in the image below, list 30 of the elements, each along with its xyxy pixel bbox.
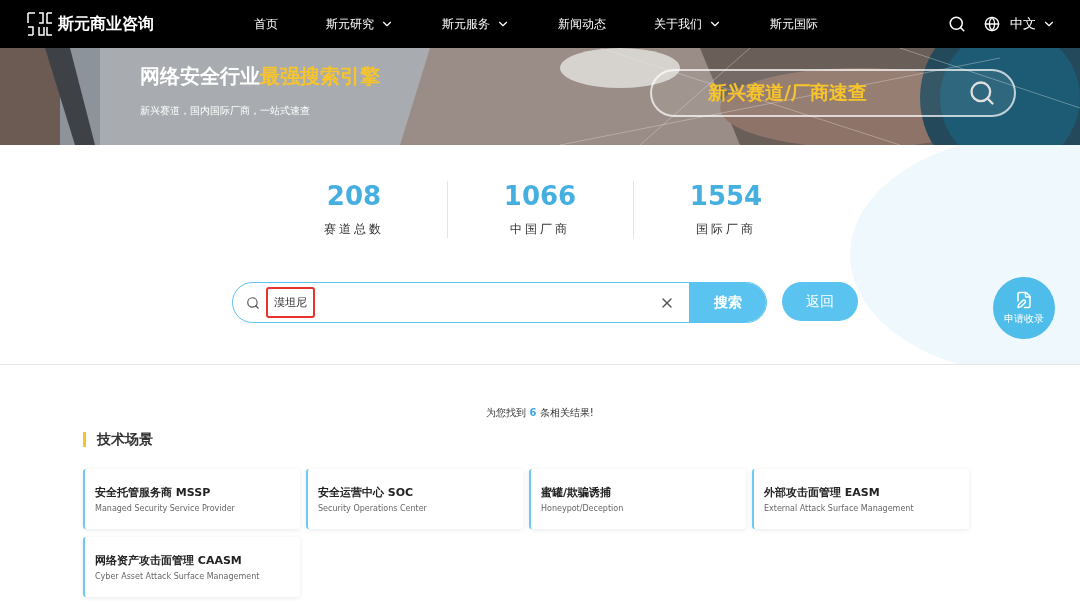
stat-value: 1554 bbox=[689, 181, 763, 211]
brand-name[interactable]: 斯元商业咨询 bbox=[58, 13, 154, 35]
nav-item[interactable]: 首页 bbox=[254, 15, 278, 33]
stat-label: 中国厂商 bbox=[510, 221, 570, 238]
edit-document-icon bbox=[1015, 290, 1033, 309]
nav-item[interactable]: 新闻动态 bbox=[558, 15, 606, 33]
results-count: 为您找到 6 条相关结果! bbox=[485, 406, 595, 420]
section-title: 技术场景 bbox=[83, 432, 1080, 447]
banner-title: 网络安全行业最强搜索引擎 bbox=[140, 63, 381, 90]
category-card[interactable]: 蜜罐/欺骗诱捕 Honeypot/Deception bbox=[529, 469, 746, 529]
stat-label: 赛道总数 bbox=[324, 221, 384, 238]
category-card[interactable]: 外部攻击面管理 EASM External Attack Surface Management bbox=[752, 469, 969, 529]
nav-item[interactable]: 斯元研究 bbox=[326, 15, 394, 33]
search-field[interactable]: 漠坦尼 搜索 bbox=[232, 282, 767, 323]
language-selector[interactable]: 中文 bbox=[1010, 15, 1056, 33]
stat-value: 208 bbox=[326, 181, 382, 211]
stat-value: 1066 bbox=[503, 181, 577, 211]
nav-item[interactable]: 斯元国际 bbox=[770, 15, 818, 33]
search-icon bbox=[968, 78, 996, 107]
search-icon bbox=[246, 295, 260, 310]
globe-icon[interactable] bbox=[984, 16, 1000, 32]
nav-item[interactable]: 关于我们 bbox=[654, 15, 722, 33]
search-icon[interactable] bbox=[948, 15, 966, 33]
category-card[interactable]: 网络资产攻击面管理 CAASM Cyber Asset Attack Surface Management bbox=[83, 537, 300, 597]
nav-item[interactable]: 斯元服务 bbox=[442, 15, 510, 33]
category-card[interactable]: 安全运营中心 SOC Security Operations Center bbox=[306, 469, 523, 529]
stat-label: 国际厂商 bbox=[696, 221, 756, 238]
category-card[interactable]: 安全托管服务商 MSSP Managed Security Service Provider bbox=[83, 469, 300, 529]
search-query: 漠坦尼 bbox=[266, 287, 315, 318]
logo-icon bbox=[26, 11, 54, 37]
